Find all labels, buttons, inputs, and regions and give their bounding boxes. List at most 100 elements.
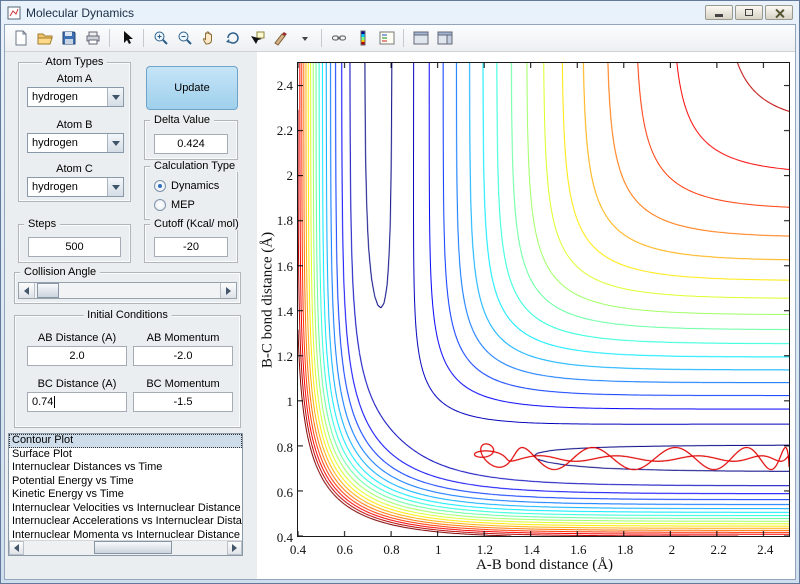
slider-right-arrow[interactable] [220, 283, 236, 298]
link-plots-icon [331, 30, 347, 46]
atom-a-value: hydrogen [32, 91, 78, 103]
atom-b-select[interactable]: hydrogen [27, 133, 124, 153]
rotate-3d-button[interactable] [221, 27, 244, 49]
atom-b-value: hydrogen [32, 137, 78, 149]
new-document-button[interactable] [9, 27, 32, 49]
slider-thumb[interactable] [37, 283, 59, 298]
minimize-button[interactable] [705, 5, 733, 20]
atom-c-label: Atom C [56, 163, 93, 175]
plottools-show-button[interactable] [433, 27, 456, 49]
calculation-type-title: Calculation Type [150, 160, 240, 172]
save-icon [61, 30, 77, 46]
brush-button[interactable] [269, 27, 292, 49]
arrow-cursor-button[interactable] [115, 27, 138, 49]
title-bar: Molecular Dynamics [4, 1, 796, 24]
zoom-out-icon [177, 30, 193, 46]
zoom-out-button[interactable] [173, 27, 196, 49]
close-button[interactable] [765, 5, 793, 20]
link-plots-button[interactable] [327, 27, 350, 49]
data-cursor-icon [249, 30, 265, 46]
ab-momentum-field[interactable]: -2.0 [133, 346, 233, 366]
arrow-cursor-icon [119, 30, 135, 46]
pan-hand-button[interactable] [197, 27, 220, 49]
radio-mep[interactable]: MEP [154, 199, 195, 211]
print-button[interactable] [81, 27, 104, 49]
brush-icon [273, 30, 289, 46]
radio-mep-label: MEP [171, 199, 195, 211]
plot-list-item[interactable]: Internuclear Accelerations vs Internucle… [9, 515, 242, 529]
x-tick-label: 2.2 [710, 542, 727, 557]
initial-conditions-panel: Initial Conditions AB Distance (A) AB Mo… [14, 309, 241, 428]
new-document-icon [13, 30, 29, 46]
update-button[interactable]: Update [146, 66, 238, 110]
open-folder-icon [37, 30, 53, 46]
steps-field[interactable]: 500 [28, 237, 121, 257]
brush-dropdown-button[interactable] [293, 27, 316, 49]
scrollbar-thumb[interactable] [94, 541, 172, 554]
initial-conditions-title: Initial Conditions [83, 309, 172, 321]
x-tick-label: 0.6 [336, 542, 353, 557]
toolbar-separator [109, 29, 110, 47]
listbox-hscrollbar[interactable] [9, 540, 242, 555]
chevron-down-icon [107, 134, 123, 152]
toolbar-separator [143, 29, 144, 47]
cutoff-field[interactable]: -20 [154, 237, 228, 257]
x-tick-label: 2.4 [757, 542, 774, 557]
restore-button[interactable] [735, 5, 763, 20]
x-tick-label: 1.2 [476, 542, 494, 557]
bc-distance-label: BC Distance (A) [37, 378, 117, 390]
collision-angle-slider[interactable] [18, 282, 237, 299]
atom-c-select[interactable]: hydrogen [27, 177, 124, 197]
window-title: Molecular Dynamics [26, 5, 135, 20]
slider-left-arrow[interactable] [19, 283, 35, 298]
y-tick-label: 1 [286, 394, 294, 410]
y-tick-label: 1.4 [276, 303, 293, 319]
save-button[interactable] [57, 27, 80, 49]
window-icon [7, 6, 21, 20]
plottools-hide-button[interactable] [409, 27, 432, 49]
plot-list-item[interactable]: Surface Plot [9, 448, 242, 462]
bc-momentum-field[interactable]: -1.5 [133, 392, 233, 412]
x-tick-label: 2 [668, 542, 676, 557]
ab-distance-field[interactable]: 2.0 [27, 346, 127, 366]
plot-list-item[interactable]: Kinetic Energy vs Time [9, 488, 242, 502]
atom-a-label: Atom A [56, 73, 93, 85]
delta-value-field[interactable]: 0.424 [154, 134, 228, 154]
bc-distance-field[interactable]: 0.74 [27, 392, 127, 412]
plot-list-item[interactable]: Internuclear Distances vs Time [9, 461, 242, 475]
atom-a-select[interactable]: hydrogen [27, 87, 124, 107]
scroll-left-arrow[interactable] [9, 541, 24, 555]
open-folder-button[interactable] [33, 27, 56, 49]
plot-list-item[interactable]: Internuclear Velocities vs Internuclear … [9, 502, 242, 516]
slider-track[interactable] [35, 283, 220, 298]
steps-title: Steps [24, 218, 61, 230]
y-tick-label: 1.6 [276, 258, 293, 274]
rotate-3d-icon [225, 30, 241, 46]
y-tick-label: 2 [286, 168, 294, 184]
contour-plot-canvas[interactable] [297, 62, 790, 537]
data-cursor-button[interactable] [245, 27, 268, 49]
insert-colorbar-button[interactable] [351, 27, 374, 49]
radio-dynamics[interactable]: Dynamics [154, 180, 219, 192]
x-tick-label: 1.8 [616, 542, 634, 557]
toolbar-separator [321, 29, 322, 47]
y-tick-label: 2.4 [276, 77, 293, 93]
zoom-in-button[interactable] [149, 27, 172, 49]
calculation-type-panel: Calculation Type Dynamics MEP [144, 160, 240, 220]
x-tick-label: 0.8 [383, 542, 400, 557]
arrow-right-icon [232, 544, 241, 552]
insert-legend-button[interactable] [375, 27, 398, 49]
figure-window: Atom Types Atom A hydrogen Atom B hydrog… [4, 24, 796, 580]
plot-list-item[interactable]: Potential Energy vs Time [9, 475, 242, 489]
scroll-right-arrow[interactable] [227, 541, 242, 555]
y-tick-label: 2.2 [276, 122, 293, 138]
atom-c-value: hydrogen [32, 181, 78, 193]
plot-type-listbox[interactable]: Contour Plot Surface Plot Internuclear Dis… [8, 433, 243, 556]
ab-momentum-label: AB Momentum [146, 332, 220, 344]
plot-list-item[interactable]: Contour Plot [9, 434, 242, 448]
close-icon [775, 8, 784, 17]
radio-dynamics-label: Dynamics [171, 180, 220, 192]
scrollbar-track[interactable] [24, 541, 227, 555]
chevron-down-icon [107, 178, 123, 196]
collision-angle-label: Collision Angle [20, 266, 101, 278]
